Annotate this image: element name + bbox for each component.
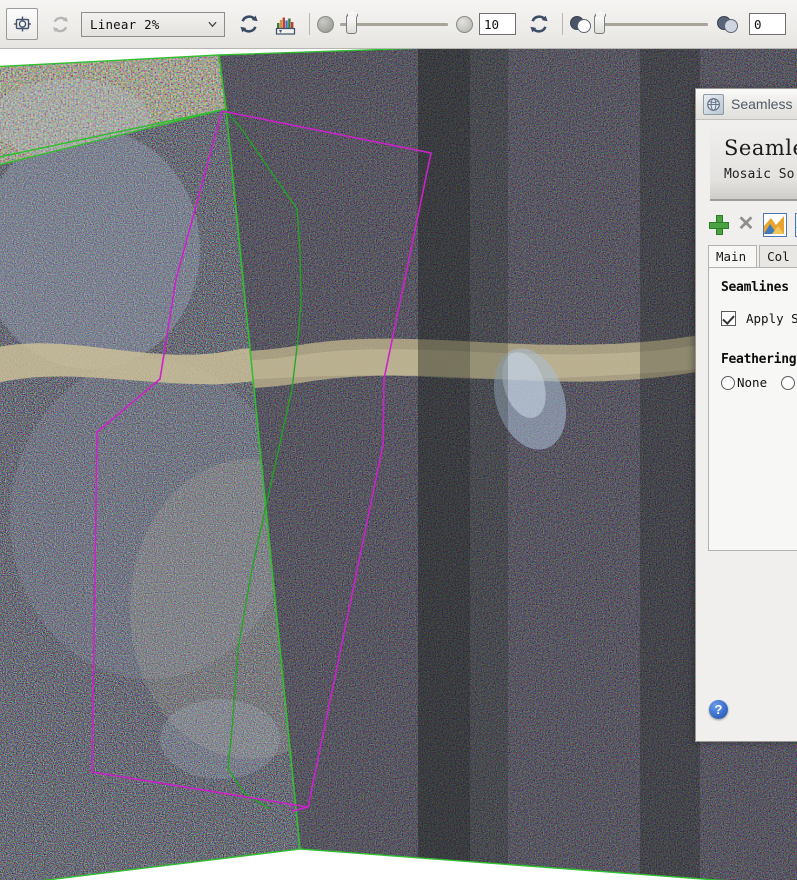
brightness-max-icon: [456, 15, 473, 33]
refresh-stretch-button[interactable]: [233, 8, 265, 40]
main-tab-panel: Seamlines Apply S Feathering None: [708, 267, 797, 551]
feathering-none-radio[interactable]: [721, 375, 735, 390]
tab-color[interactable]: Col: [759, 245, 797, 267]
chevron-down-icon: [208, 21, 217, 28]
feathering-none-label: None: [737, 375, 768, 390]
feathering-options: None: [721, 375, 797, 390]
dialog-toolbar: ✕: [696, 201, 797, 237]
histogram-stretch-button[interactable]: [270, 8, 302, 40]
remove-icon[interactable]: ✕: [737, 214, 755, 234]
stretch-type-value: Linear 2%: [90, 16, 160, 32]
histogram-icon: [275, 17, 296, 35]
apply-seamlines-label: Apply S: [746, 311, 797, 326]
seamless-mosaic-dialog[interactable]: Seamless M Seamle Mosaic So ✕: [695, 88, 797, 742]
refresh-icon: [240, 15, 258, 33]
dialog-title-text: Seamless M: [731, 96, 797, 112]
reset-brightness-button[interactable]: [523, 8, 555, 40]
image-display-toolbar: Linear 2% 10 0: [0, 0, 797, 49]
brightness-slider-track[interactable]: [340, 14, 448, 34]
brightness-control[interactable]: 10: [317, 13, 516, 35]
feathering-heading: Feathering: [721, 352, 797, 367]
toolbar-separator-2: [562, 13, 563, 35]
transparency-value[interactable]: 0: [749, 13, 786, 35]
refresh-icon: [530, 15, 548, 33]
tab-main[interactable]: Main: [708, 245, 758, 267]
reset-transparency-button[interactable]: [793, 8, 797, 40]
transparency-slider-handle[interactable]: [594, 14, 605, 34]
feathering-second-radio[interactable]: [781, 375, 796, 390]
dialog-title-bar[interactable]: Seamless M: [696, 89, 797, 120]
mosaic-preview: [0, 49, 797, 880]
refresh-disabled-icon: [52, 16, 68, 32]
display-crosshair-button[interactable]: [6, 8, 38, 40]
dialog-banner: Seamle Mosaic So: [710, 129, 797, 201]
transparency-max-icon: [717, 15, 743, 34]
transparency-control[interactable]: 0: [570, 13, 786, 35]
display-crosshair-icon: [13, 16, 31, 31]
apply-seamlines-row[interactable]: Apply S: [721, 311, 797, 326]
map-canvas[interactable]: https://blog.csdn.net/weixin_43637490: [0, 49, 797, 880]
brightness-slider-handle[interactable]: [346, 14, 357, 34]
banner-subheading: Mosaic So: [724, 167, 795, 182]
transparency-icon: [570, 15, 596, 34]
help-button[interactable]: ?: [709, 700, 728, 719]
toolbar-separator-1: [309, 13, 310, 35]
stretch-type-combobox[interactable]: Linear 2%: [81, 11, 225, 37]
banner-heading: Seamle: [724, 136, 797, 160]
application-window: https://blog.csdn.net/weixin_43637490: [0, 0, 797, 880]
brightness-icon: [317, 15, 334, 33]
dialog-tabs: Main Col: [708, 245, 797, 267]
reset-stretch-button[interactable]: [44, 8, 76, 40]
app-globe-icon: [703, 93, 724, 115]
brightness-value[interactable]: 10: [479, 13, 516, 35]
seamlines-heading: Seamlines: [721, 280, 789, 295]
add-icon[interactable]: [709, 215, 729, 235]
transparency-slider-track[interactable]: [594, 14, 708, 34]
apply-seamlines-checkbox[interactable]: [721, 311, 736, 326]
image-icon[interactable]: [763, 213, 787, 237]
